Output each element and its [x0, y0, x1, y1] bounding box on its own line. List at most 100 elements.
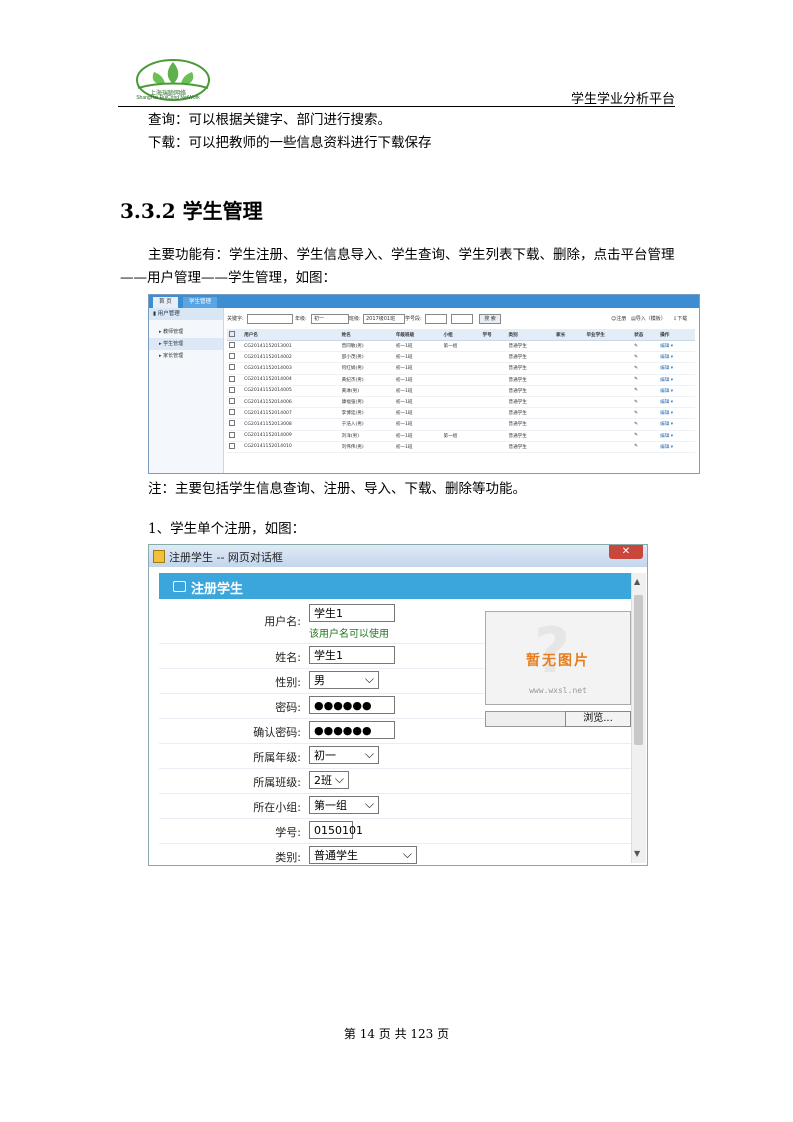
row-checkbox[interactable] [227, 418, 243, 431]
action-cell[interactable]: 编辑 ▾ [658, 418, 695, 431]
keyword-label: 关键字: [227, 316, 244, 322]
edit-status-icon[interactable]: ✎ [634, 388, 638, 393]
platform-title: 学生学业分析平台 [570, 92, 675, 107]
download-description: 下载：可以把教师的一些信息资料进行下载保存 [148, 135, 432, 151]
grade-select[interactable]: 初一 [311, 314, 349, 324]
studentno-from-input[interactable] [425, 314, 447, 324]
keyword-input[interactable] [247, 314, 293, 324]
action-cell[interactable]: 编辑 ▾ [658, 374, 695, 386]
edit-status-icon[interactable]: ✎ [634, 400, 638, 405]
table-row[interactable]: CG20141152014009 刘洋(男) 初一1班 第一组 普通学生 ✎ 编辑 ▾ [227, 430, 695, 442]
edit-status-icon[interactable]: ✎ [634, 422, 638, 427]
sidebar-item-parents[interactable]: ▸ 家长管理 [149, 350, 223, 362]
studentno-label: 学号: [275, 826, 301, 839]
row-checkbox[interactable] [227, 374, 243, 386]
browse-button[interactable]: 浏览... [565, 711, 631, 727]
status-cell: ✎ [632, 407, 659, 420]
edit-status-icon[interactable]: ✎ [634, 355, 638, 360]
table-cell: 邵小茂(男) [339, 351, 394, 364]
row-checkbox[interactable] [227, 430, 243, 442]
sidebar-title: ▮ 用户管理 [149, 308, 223, 320]
dialog-window-title: 注册学生 -- 网页对话框 [169, 551, 283, 564]
scrollbar[interactable]: ▲ ▼ [631, 573, 646, 863]
action-cell[interactable]: 编辑 ▾ [658, 340, 695, 353]
table-cell: 初一1班 [393, 430, 442, 442]
download-button[interactable]: ⇩下载 [673, 315, 687, 322]
grade-label: 年级: [295, 316, 307, 322]
action-cell[interactable]: 编辑 ▾ [658, 362, 695, 375]
table-row[interactable]: CG20141152014004 黄纪杰(男) 初一1班 普通学生 ✎ 编辑 ▾ [227, 374, 695, 386]
table-cell [441, 385, 481, 397]
action-cell[interactable]: 编辑 ▾ [658, 351, 695, 364]
column-header: 家长 [554, 329, 585, 341]
edit-status-icon[interactable]: ✎ [634, 377, 638, 382]
scroll-thumb[interactable] [634, 595, 643, 745]
row-checkbox[interactable] [227, 362, 243, 375]
action-cell[interactable]: 编辑 ▾ [658, 441, 695, 453]
status-cell: ✎ [632, 374, 659, 386]
table-row[interactable]: CG20141152014010 刘伟伟(男) 初一1班 普通学生 ✎ 编辑 ▾ [227, 441, 695, 453]
class-select[interactable]: 2班 [309, 770, 349, 789]
name-input[interactable]: 学生1 [309, 646, 395, 664]
table-cell [584, 362, 633, 375]
table-cell: 黄淋(男) [339, 385, 394, 397]
close-button[interactable]: ✕ [609, 545, 643, 559]
edit-status-icon[interactable]: ✎ [634, 433, 638, 438]
action-cell[interactable]: 编辑 ▾ [658, 407, 695, 420]
tab-home[interactable]: 首 页 [153, 297, 178, 308]
import-button[interactable]: ▤导入（模板） [631, 315, 666, 322]
category-select[interactable]: 普通学生 [309, 845, 417, 864]
table-row[interactable]: CG20141152013001 曾同敏(男) 初一1班 第一组 普通学生 ✎ 编辑 ▾ [227, 340, 695, 353]
edit-status-icon[interactable]: ✎ [634, 444, 638, 449]
row-checkbox[interactable] [227, 385, 243, 397]
search-button[interactable]: 搜 索 [479, 314, 501, 324]
table-cell: CG20141152014009 [242, 430, 340, 442]
username-input[interactable]: 学生1 [309, 604, 395, 622]
table-cell [584, 441, 633, 453]
sidebar-item-students[interactable]: ▸ 学生管理 [149, 338, 223, 350]
username-hint: 该用户名可以使用 [309, 629, 389, 640]
confirm-password-input[interactable]: ●●●●●● [309, 721, 395, 739]
studentno-to-input[interactable] [451, 314, 473, 324]
select-all-checkbox[interactable] [227, 329, 243, 341]
row-checkbox[interactable] [227, 351, 243, 364]
grade-select[interactable]: 初一 [309, 745, 379, 764]
scroll-up-icon[interactable]: ▲ [634, 577, 640, 586]
table-body: CG20141152013001 曾同敏(男) 初一1班 第一组 普通学生 ✎ 编辑 ▾ CG… [227, 340, 695, 453]
tab-student-management[interactable]: 学生管理 [183, 297, 218, 308]
class-select[interactable]: 2017级01班 [363, 314, 405, 324]
password-input[interactable]: ●●●●●● [309, 696, 395, 714]
table-cell [480, 418, 507, 431]
edit-status-icon[interactable]: ✎ [634, 411, 638, 416]
studentno-input[interactable]: 0150101 [309, 821, 363, 839]
row-checkbox[interactable] [227, 396, 243, 409]
table-cell: 初一1班 [393, 441, 442, 453]
row-checkbox[interactable] [227, 441, 243, 453]
table-cell [554, 407, 585, 420]
scroll-down-icon[interactable]: ▼ [634, 849, 640, 858]
action-cell[interactable]: 编辑 ▾ [658, 396, 695, 409]
edit-status-icon[interactable]: ✎ [634, 366, 638, 371]
register-button[interactable]: ☺注册 [611, 315, 626, 322]
group-select[interactable]: 第一组 [309, 795, 379, 814]
status-cell: ✎ [632, 340, 659, 353]
section-heading: 3.3.2 学生管理 [120, 199, 263, 223]
column-header: 操作 [658, 329, 695, 341]
action-cell[interactable]: 编辑 ▾ [658, 430, 695, 442]
table-cell: 初一1班 [393, 396, 442, 409]
table-row[interactable]: CG20141152014006 康福强(男) 初一1班 普通学生 ✎ 编辑 ▾ [227, 396, 695, 409]
status-cell: ✎ [632, 430, 659, 442]
gender-select[interactable]: 男 [309, 670, 379, 689]
row-checkbox[interactable] [227, 340, 243, 353]
table-row[interactable]: CG20141152013008 于浩入(男) 初一1班 普通学生 ✎ 编辑 ▾ [227, 418, 695, 431]
action-cell[interactable]: 编辑 ▾ [658, 385, 695, 397]
table-row[interactable]: CG20141152014003 何红娟(男) 初一1班 普通学生 ✎ 编辑 ▾ [227, 362, 695, 375]
dialog-header: 注册学生 [159, 573, 631, 599]
table-row[interactable]: CG20141152014005 黄淋(男) 初一1班 普通学生 ✎ 编辑 ▾ [227, 385, 695, 397]
username-label: 用户名: [264, 615, 301, 628]
edit-status-icon[interactable]: ✎ [634, 344, 638, 349]
row-checkbox[interactable] [227, 407, 243, 420]
table-row[interactable]: CG20141152014002 邵小茂(男) 初一1班 普通学生 ✎ 编辑 ▾ [227, 351, 695, 364]
table-row[interactable]: CG20141152014007 李博廷(男) 初一1班 普通学生 ✎ 编辑 ▾ [227, 407, 695, 420]
sidebar-item-teachers[interactable]: ▸ 教师管理 [149, 326, 223, 338]
